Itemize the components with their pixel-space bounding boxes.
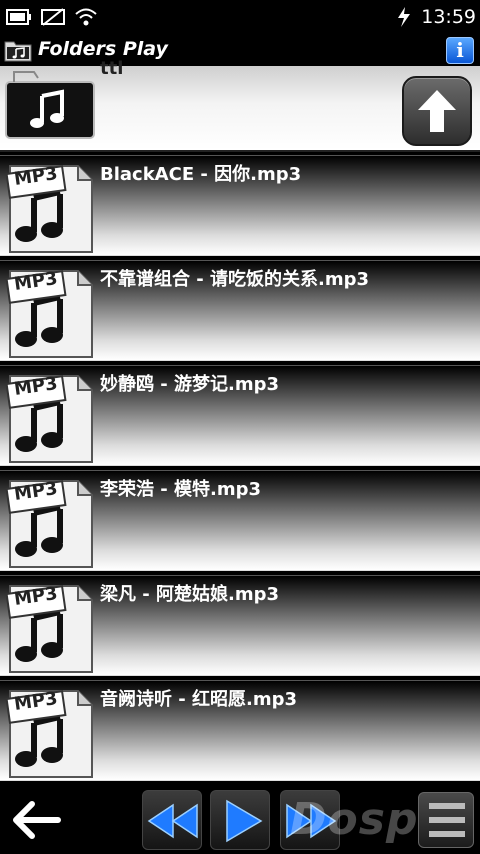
song-item[interactable]: MP3 妙静鸥 - 游梦记.mp3	[0, 365, 480, 466]
status-bar: 13:59	[0, 0, 480, 34]
folder-name: ttl	[100, 58, 124, 79]
song-title: 梁凡 - 阿楚姑娘.mp3	[100, 584, 280, 605]
bottom-toolbar: Dospy	[0, 784, 480, 854]
status-right: 13:59	[395, 5, 476, 29]
clock: 13:59	[421, 6, 476, 28]
song-title: BlackACE - 因你.mp3	[100, 164, 302, 185]
song-list: MP3 BlackACE - 因你.mp3 MP3 不靠谱组合 - 请吃饭的关系…	[0, 155, 480, 785]
battery-icon	[6, 9, 31, 25]
song-item[interactable]: MP3 音阙诗听 - 红昭愿.mp3	[0, 680, 480, 781]
app-title: Folders Play	[38, 38, 168, 60]
play-button[interactable]	[210, 790, 270, 850]
back-button[interactable]	[10, 798, 66, 842]
current-folder-row[interactable]: ttl	[0, 58, 480, 152]
song-title: 音阙诗听 - 红昭愿.mp3	[100, 689, 298, 710]
menu-button[interactable]	[418, 792, 474, 848]
charging-icon	[398, 7, 411, 27]
rewind-button[interactable]	[142, 790, 202, 850]
rewind-icon	[147, 803, 198, 839]
no-sim-icon	[41, 8, 65, 26]
left-arrow-icon	[13, 801, 61, 839]
title-bar: Folders Play i	[0, 34, 480, 66]
info-icon: i	[456, 38, 464, 62]
wifi-icon	[75, 8, 97, 26]
song-title: 妙静鸥 - 游梦记.mp3	[100, 374, 280, 395]
music-folder-icon	[4, 41, 32, 62]
song-title: 李荣浩 - 模特.mp3	[100, 479, 262, 500]
up-arrow-icon	[418, 90, 456, 132]
info-button[interactable]: i	[446, 37, 474, 64]
up-folder-button[interactable]	[402, 76, 472, 146]
menu-icon	[429, 803, 465, 837]
music-folder-icon	[5, 71, 95, 139]
play-icon	[226, 799, 263, 843]
song-item[interactable]: MP3 不靠谱组合 - 请吃饭的关系.mp3	[0, 260, 480, 361]
status-icons	[6, 6, 98, 28]
song-title: 不靠谱组合 - 请吃饭的关系.mp3	[100, 269, 370, 290]
song-item[interactable]: MP3 李荣浩 - 模特.mp3	[0, 470, 480, 571]
song-item[interactable]: MP3 梁凡 - 阿楚姑娘.mp3	[0, 575, 480, 676]
song-item[interactable]: MP3 BlackACE - 因你.mp3	[0, 155, 480, 256]
